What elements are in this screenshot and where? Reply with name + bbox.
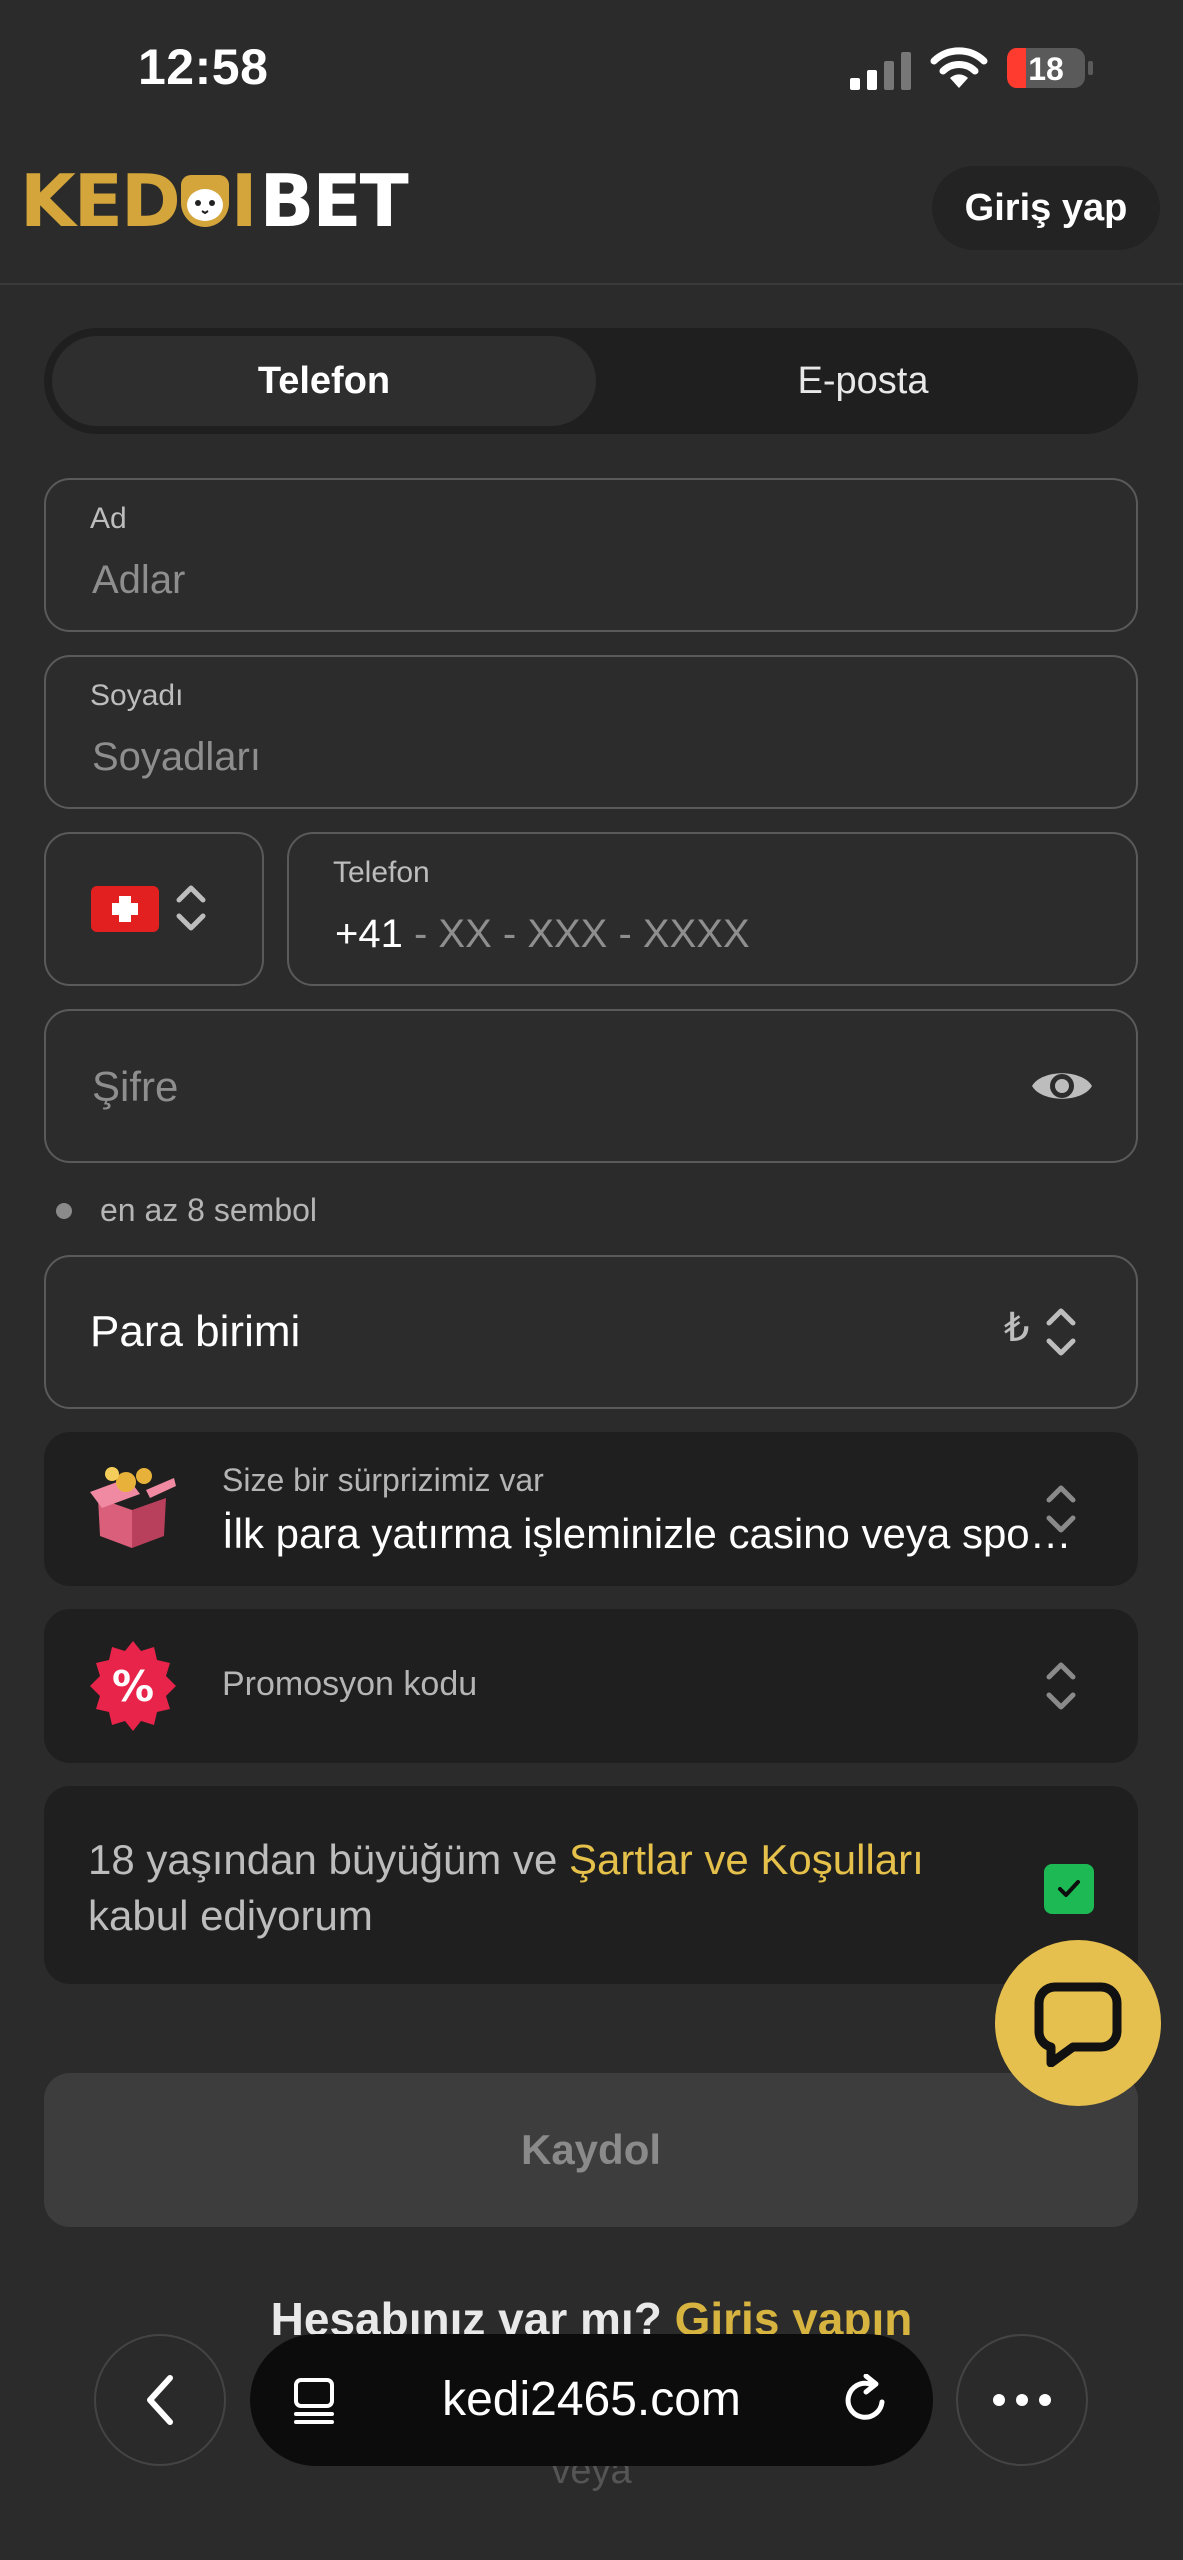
terms-checkbox[interactable]: [1044, 1864, 1094, 1914]
first-name-field[interactable]: Ad Adlar: [44, 478, 1138, 632]
terms-text-after: kabul ediyorum: [88, 1892, 373, 1939]
currency-select[interactable]: Para birimi ₺: [44, 1255, 1138, 1409]
terms-text-before: 18 yaşından büyüğüm ve: [88, 1836, 569, 1883]
promo-code-label: Promosyon kodu: [222, 1665, 478, 1703]
register-button[interactable]: Kaydol: [44, 2073, 1138, 2227]
tab-email[interactable]: E-posta: [596, 336, 1130, 426]
swiss-flag-icon: [91, 886, 159, 932]
phone-value: +41 - XX - XXX - XXXX: [335, 912, 750, 957]
password-placeholder: Şifre: [92, 1063, 179, 1110]
percent-badge-icon: %: [90, 1641, 176, 1731]
gift-box-icon: [90, 1467, 176, 1548]
more-dots-icon: [993, 2394, 1051, 2406]
surname-label: Soyadı: [90, 679, 184, 712]
phone-mask: - XX - XXX - XXXX: [402, 912, 750, 956]
chat-bubble-icon: [1034, 1982, 1122, 2067]
country-code-select[interactable]: [44, 832, 264, 986]
terms-link[interactable]: Şartlar ve Koşulları: [569, 1836, 924, 1883]
bonus-description: İlk para yatırma işleminizle casino veya…: [222, 1510, 1072, 1557]
status-time: 12:58: [138, 39, 269, 95]
live-chat-button[interactable]: [995, 1940, 1161, 2106]
browser-url-bar[interactable]: kedi2465.com: [250, 2334, 933, 2466]
header-divider: [0, 283, 1183, 285]
checkmark-icon: [1058, 1880, 1080, 1897]
lira-symbol: ₺: [1004, 1306, 1030, 1350]
cellular-signal-icon: [850, 52, 911, 90]
phone-field[interactable]: Telefon +41 - XX - XXX - XXXX: [287, 832, 1138, 986]
currency-label: Para birimi: [90, 1307, 301, 1356]
bonus-select[interactable]: Size bir sürprizimiz var İlk para yatırm…: [44, 1432, 1138, 1586]
eye-icon[interactable]: [1030, 1063, 1094, 1109]
terms-card: 18 yaşından büyüğüm ve Şartlar ve Koşull…: [44, 1786, 1138, 1984]
chevron-up-down-icon: [1046, 1485, 1076, 1533]
logo-text-ked: KED: [20, 159, 181, 243]
promo-code-select[interactable]: % Promosyon kodu: [44, 1609, 1138, 1763]
first-name-placeholder: Adlar: [92, 558, 186, 602]
phone-label: Telefon: [333, 856, 430, 889]
phone-prefix: +41: [335, 912, 403, 956]
kedibet-logo[interactable]: KED I BET: [20, 159, 409, 243]
cat-icon: [180, 175, 229, 227]
chevron-up-down-icon: [1046, 1662, 1076, 1710]
url-text: kedi2465.com: [442, 2373, 741, 2426]
terms-text: 18 yaşından büyüğüm ve Şartlar ve Koşull…: [88, 1832, 1028, 1944]
chevron-up-down-icon: [176, 885, 206, 931]
tab-phone[interactable]: Telefon: [52, 336, 596, 426]
register-method-tabs: Telefon E-posta: [44, 328, 1138, 434]
logo-text-bet: BET: [259, 159, 409, 243]
password-hint-text: en az 8 sembol: [100, 1192, 318, 1228]
battery-icon: 18: [1006, 47, 1094, 89]
bonus-title: Size bir sürprizimiz var: [222, 1462, 544, 1498]
browser-more-button[interactable]: [956, 2334, 1088, 2466]
browser-back-button[interactable]: [94, 2334, 226, 2466]
password-hint: en az 8 sembol: [56, 1192, 317, 1229]
login-button[interactable]: Giriş yap: [932, 166, 1160, 250]
surname-field[interactable]: Soyadı Soyadları: [44, 655, 1138, 809]
surname-placeholder: Soyadları: [92, 735, 261, 779]
first-name-label: Ad: [90, 502, 127, 535]
battery-level: 18: [1028, 51, 1064, 87]
wifi-icon: [930, 47, 988, 88]
password-field[interactable]: Şifre: [44, 1009, 1138, 1163]
svg-text:%: %: [112, 1662, 154, 1711]
chevron-left-icon: [147, 2375, 173, 2425]
hint-bullet: [56, 1202, 72, 1219]
chevron-up-down-icon: [1046, 1308, 1076, 1356]
reload-icon[interactable]: [840, 2374, 892, 2426]
